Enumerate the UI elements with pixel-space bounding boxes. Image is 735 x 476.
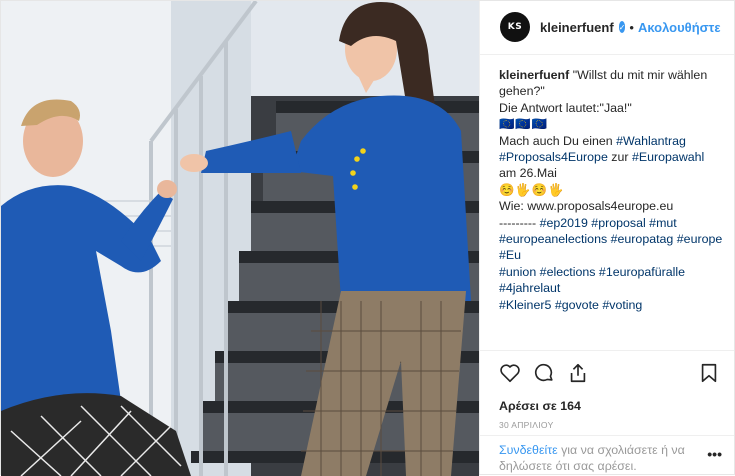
caption-web-line: Wie: www.proposals4europe.eu (499, 199, 674, 214)
avatar-logo-text: KS (507, 22, 523, 33)
hashtag[interactable]: #voting (602, 298, 642, 312)
post-side-panel: KS kleinerfuenf ✓ • Ακολουθήστε kleinerf… (479, 1, 734, 474)
hashtag[interactable]: #europeanelections (499, 232, 607, 246)
hashtag-wahlantrag[interactable]: #Wahlantrag (616, 134, 686, 148)
action-bar (480, 349, 734, 396)
follow-button[interactable]: Ακολουθήστε (638, 20, 721, 35)
post-photo[interactable] (1, 1, 479, 476)
photo-illustration (1, 1, 479, 476)
caption-emoji-line: ☺️🖐☺️🖐 (499, 182, 565, 197)
post-header: KS kleinerfuenf ✓ • Ακολουθήστε (480, 1, 734, 55)
post-caption: kleinerfuenf "Willst du mit mir wählen g… (480, 55, 734, 350)
caption-line-answer: Die Antwort lautet:"Jaa!" (499, 100, 632, 115)
post-frame: KS kleinerfuenf ✓ • Ακολουθήστε kleinerf… (0, 0, 735, 476)
hashtag[interactable]: #Kleiner5 (499, 298, 551, 312)
hashtag[interactable]: #europe (677, 232, 722, 246)
verified-badge-icon: ✓ (618, 21, 626, 34)
hashtag[interactable]: #europatag (611, 232, 674, 246)
caption-username[interactable]: kleinerfuenf (499, 68, 569, 82)
hashtag-europawahl[interactable]: #Europawahl (632, 150, 704, 164)
caption-dashes: --------- (499, 215, 537, 230)
hashtag[interactable]: #4jahrelaut (499, 281, 560, 295)
separator-dot: • (629, 19, 634, 35)
caption-line-prefix: Mach auch Du einen (499, 133, 613, 148)
hashtag[interactable]: #proposal (591, 216, 645, 230)
hashtag[interactable]: #Eu (499, 248, 521, 262)
post-date: 30 ΑΠΡΙΛΙΟΥ (499, 419, 554, 430)
hashtag[interactable]: #elections (540, 265, 596, 279)
hashtag[interactable]: #mut (649, 216, 677, 230)
comment-icon[interactable] (533, 362, 555, 384)
share-icon[interactable] (567, 362, 589, 384)
hashtag[interactable]: #1europafüralle (599, 265, 685, 279)
likes-count[interactable]: Αρέσει σε 164 (480, 396, 734, 416)
login-link[interactable]: Συνδεθείτε (499, 443, 558, 457)
hashtag[interactable]: #govote (555, 298, 599, 312)
more-options-icon[interactable]: ••• (702, 446, 722, 474)
hashtag-proposals4europe[interactable]: #Proposals4Europe (499, 150, 608, 164)
caption-line-mid: zur (611, 149, 629, 164)
login-prompt: Συνδεθείτε για να σχολιάσετε ή να δηλώσε… (480, 435, 734, 474)
avatar[interactable]: KS (500, 12, 530, 43)
hashtag[interactable]: #ep2019 (540, 216, 588, 230)
login-text: Συνδεθείτε για να σχολιάσετε ή να δηλώσε… (499, 443, 702, 474)
heart-icon[interactable] (499, 362, 521, 384)
caption-eu-flags: 🇪🇺🇪🇺🇪🇺 (499, 117, 549, 132)
caption-line-suffix: am 26.Mai (499, 166, 557, 181)
header-username[interactable]: kleinerfuenf (540, 20, 614, 35)
bookmark-icon[interactable] (698, 362, 720, 384)
hashtag[interactable]: #union (499, 265, 536, 279)
